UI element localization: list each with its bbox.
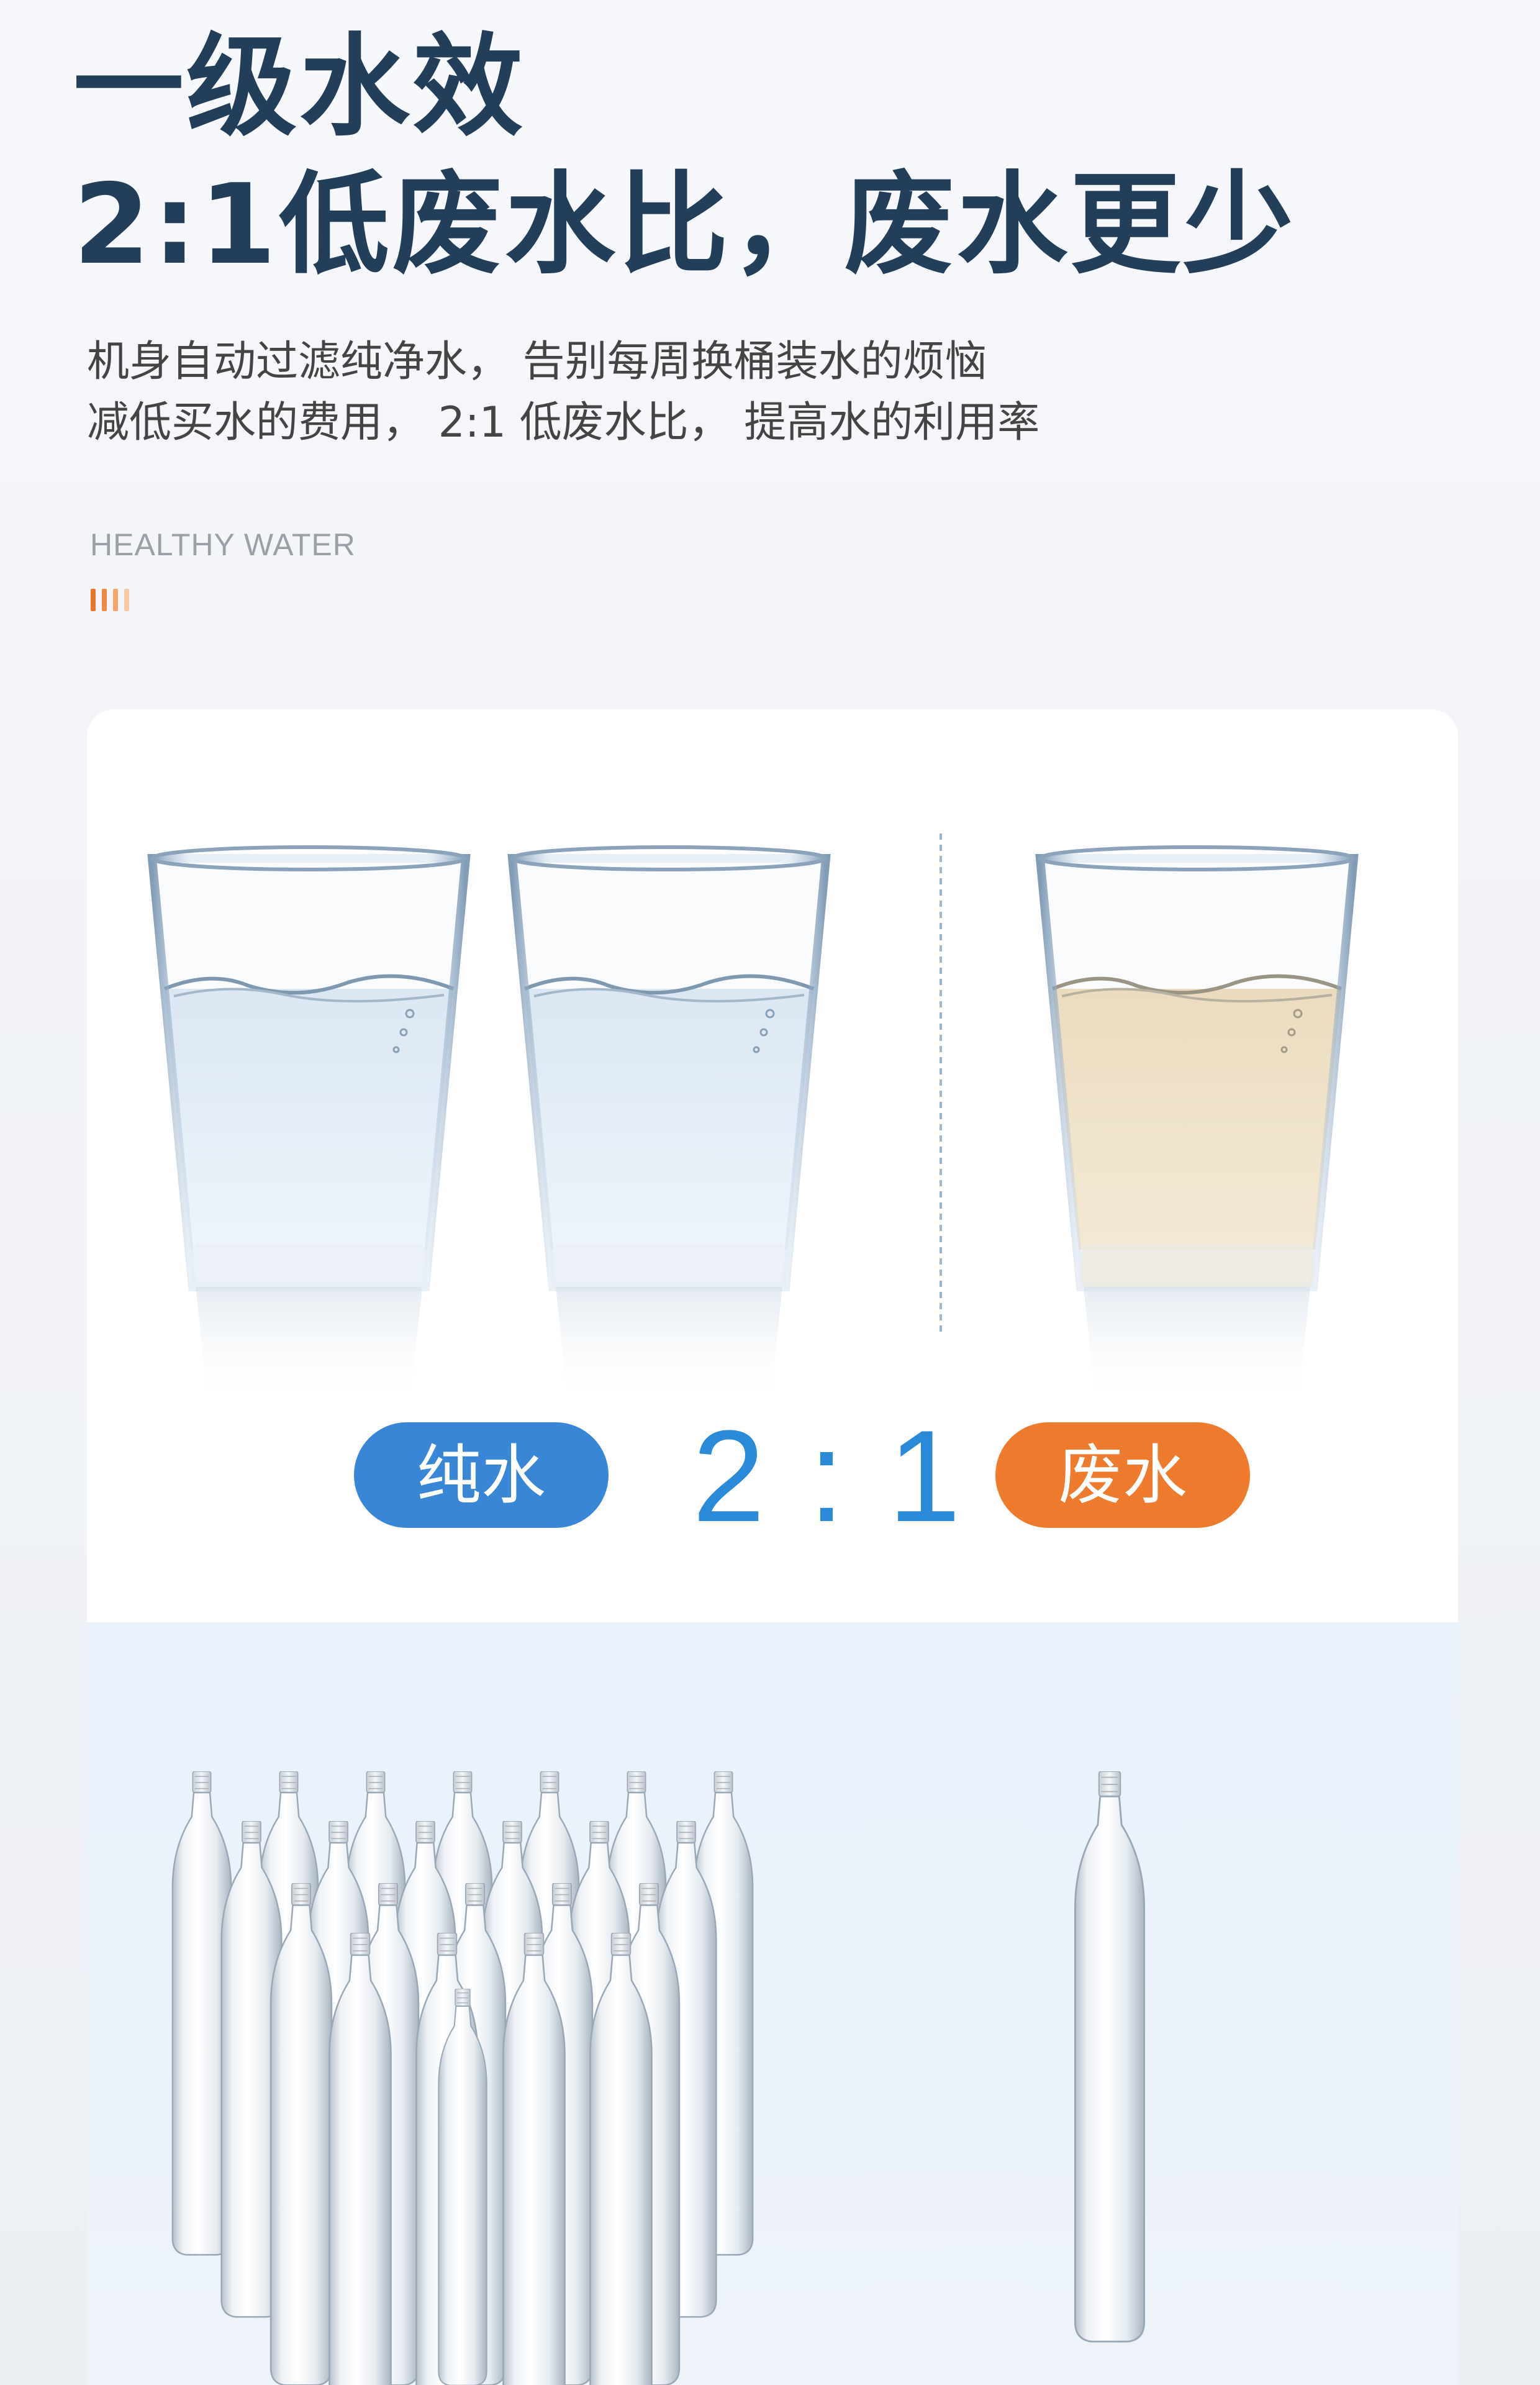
bottles-illustration (171, 1771, 1458, 2385)
waste-water-glass (1035, 845, 1359, 1405)
water-bottle (329, 1933, 391, 2385)
pure-water-pill: 纯水 (354, 1422, 609, 1528)
english-tagline: HEALTHY WATER (90, 527, 356, 562)
bottles-section (87, 1622, 1458, 2385)
pure-water-glass-1 (147, 845, 471, 1405)
description-line-1: 机身自动过滤纯净水， 告别每周换桶装水的烦恼 (87, 337, 987, 386)
water-bottle (271, 1883, 332, 2385)
description-line-2: 减低买水的费用， 2:1 低废水比， 提高水的利用率 (87, 398, 1040, 447)
water-bottle (438, 1989, 486, 2385)
ratio-text: 2:1 (692, 1403, 1004, 1549)
water-bottle (590, 1933, 651, 2385)
waste-water-pill: 废水 (995, 1422, 1250, 1528)
page-title: 一级水效 (73, 22, 525, 151)
waste-water-bottle (1075, 1771, 1144, 2342)
pure-water-bottles (171, 1771, 754, 2385)
pure-water-glass-2 (507, 845, 831, 1405)
decorative-bars (91, 589, 140, 614)
page-subtitle-heading: 2:1低废水比，废水更少 (73, 160, 1296, 289)
comparison-card: 纯水 2:1 废水 (87, 709, 1458, 2385)
water-bottle (503, 1933, 564, 2385)
